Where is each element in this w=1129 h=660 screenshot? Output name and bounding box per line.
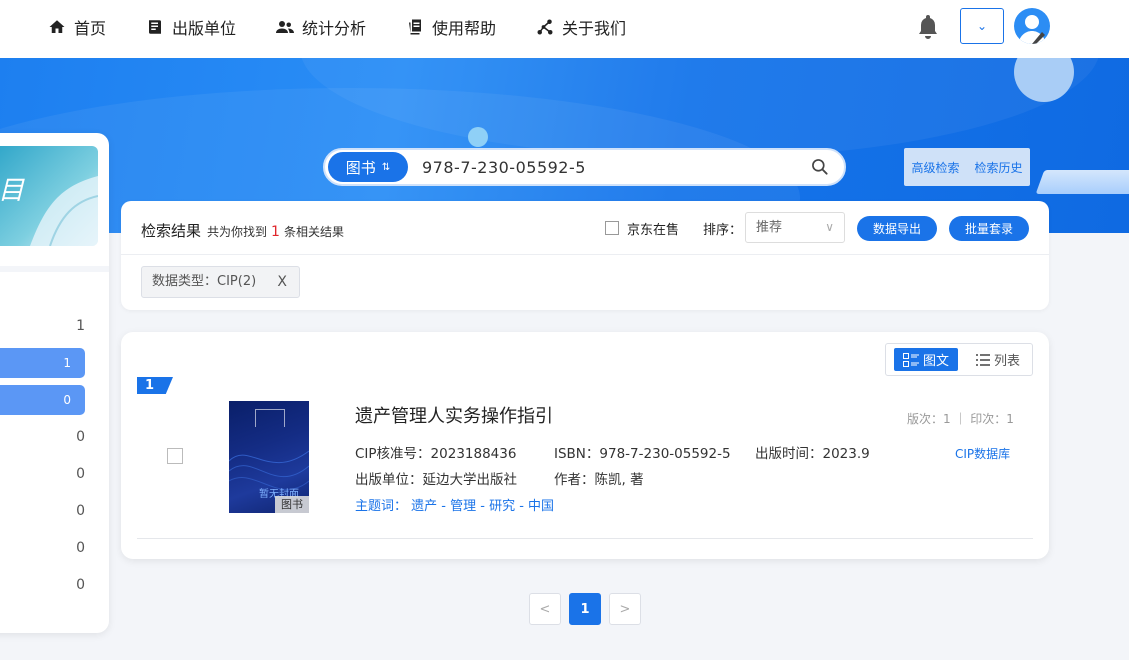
facet-count[interactable]: 0: [0, 540, 85, 556]
advanced-search-link[interactable]: 高级检索: [911, 159, 959, 176]
results-header: 检索结果 共为你找到 1 条相关结果 京东在售 排序： 推荐 ∨ 数据导出 批量套录 …: [121, 201, 1049, 310]
swap-icon: ⇅: [381, 161, 391, 173]
view-toggle: 图文 列表: [885, 343, 1033, 376]
user-avatar-icon[interactable]: [1014, 8, 1050, 44]
filter-tag-label: 数据类型：CIP(2): [152, 274, 257, 289]
publish-time: 出版时间：2023.9: [755, 446, 870, 462]
decorative-book: [1035, 170, 1129, 194]
left-filter-panel: 目 1 1 0 0 0 0 0 0: [0, 133, 109, 633]
top-nav: 首页 出版单位 统计分析 使用帮助 关于我们 ⌄: [0, 0, 1129, 58]
jd-on-sale-checkbox[interactable]: [605, 221, 619, 235]
search-type-selector[interactable]: 图书 ⇅: [328, 152, 408, 182]
chevron-down-icon: ∨: [825, 220, 834, 234]
search-type-label: 图书: [345, 158, 376, 177]
book-cover[interactable]: 暂无封面 图书: [229, 401, 309, 513]
facet-count[interactable]: 0: [0, 577, 85, 593]
cover-type-tag: 图书: [275, 496, 309, 513]
results-count: 1: [271, 224, 280, 240]
facet-count[interactable]: 0: [0, 466, 85, 482]
account-dropdown[interactable]: ⌄: [960, 8, 1004, 44]
search-bar: 图书 ⇅ 978-7-230-05592-5: [323, 148, 846, 186]
nav-item-label: 首页: [74, 19, 107, 38]
batch-import-button[interactable]: 批量套录: [949, 216, 1029, 241]
search-links: 高级检索 检索历史: [904, 148, 1030, 186]
result-index: 1: [137, 377, 173, 394]
facet-count-selected[interactable]: 1: [0, 348, 85, 378]
sort-label: 排序：: [703, 223, 743, 238]
list-view-label: 列表: [993, 354, 1020, 369]
results-summary: 检索结果 共为你找到 1 条相关结果: [141, 220, 344, 241]
sort-value: 推荐: [756, 220, 783, 235]
facet-count-selected[interactable]: 0: [0, 385, 85, 415]
network-icon: [537, 19, 553, 35]
subject-keywords: 主题词： 遗产 - 管理 - 研究 - 中国: [355, 495, 554, 514]
nav-item-help[interactable]: 使用帮助: [406, 15, 496, 39]
next-page-button[interactable]: >: [609, 593, 641, 625]
list-view-button[interactable]: 列表: [968, 348, 1028, 371]
grid-view-button[interactable]: 图文: [894, 348, 958, 371]
page-1-button[interactable]: 1: [569, 593, 601, 625]
jd-on-sale-label: 京东在售: [627, 223, 680, 238]
results-heading: 检索结果: [141, 222, 202, 240]
nav-item-label: 出版单位: [172, 19, 237, 38]
search-icon[interactable]: [810, 157, 830, 177]
nav-item-label: 统计分析: [302, 19, 367, 38]
close-icon[interactable]: X: [277, 267, 287, 297]
grid-view-label: 图文: [922, 354, 949, 369]
subject-links[interactable]: 遗产 - 管理 - 研究 - 中国: [411, 499, 554, 514]
search-input[interactable]: 978-7-230-05592-5: [422, 158, 810, 177]
nav-item-statistics[interactable]: 统计分析: [276, 15, 366, 39]
document-icon: [409, 19, 421, 35]
bell-icon[interactable]: [916, 13, 940, 39]
author: 作者：陈凯, 著: [554, 472, 644, 488]
results-summary-suffix: 条相关结果: [283, 225, 344, 239]
cip-database-link[interactable]: CIP数据库: [955, 445, 1010, 462]
book-title[interactable]: 遗产管理人实务操作指引: [355, 402, 553, 428]
promo-image: 目: [0, 146, 98, 246]
chevron-down-icon: ⌄: [976, 19, 988, 33]
search-history-link[interactable]: 检索历史: [974, 159, 1022, 176]
prev-page-button[interactable]: <: [529, 593, 561, 625]
subject-label: 主题词：: [355, 499, 408, 514]
home-icon: [49, 20, 65, 33]
nav-item-label: 关于我们: [562, 19, 627, 38]
nav-item-label: 使用帮助: [432, 19, 497, 38]
isbn: ISBN：978-7-230-05592-5: [554, 446, 731, 462]
grid-view-icon: [902, 352, 919, 367]
publisher: 出版单位：延边大学出版社: [355, 472, 517, 488]
nav-item-publishers[interactable]: 出版单位: [146, 15, 236, 39]
list-view-icon: [975, 353, 990, 366]
export-button[interactable]: 数据导出: [857, 216, 937, 241]
edition-info: 版次：1 ｜ 印次：1: [907, 412, 1014, 426]
results-summary-prefix: 共为你找到: [207, 225, 268, 239]
cip-number: CIP核准号：2023188436: [355, 446, 517, 462]
book-icon: [149, 20, 161, 34]
facet-count[interactable]: 0: [0, 503, 85, 519]
result-select-checkbox[interactable]: [167, 448, 183, 464]
nav-item-home[interactable]: 首页: [48, 15, 106, 39]
facet-count[interactable]: 1: [0, 318, 85, 334]
nav-item-about[interactable]: 关于我们: [536, 15, 626, 39]
decorative-bubble: [468, 127, 488, 147]
results-list: 图文 列表 1 暂无封面 图书 遗产管理人实务操作指引 版次：1 ｜ 印次：1 …: [121, 332, 1049, 559]
active-filter-tag: 数据类型：CIP(2) X: [141, 266, 300, 298]
facet-count[interactable]: 0: [0, 429, 85, 445]
users-icon: [276, 21, 294, 33]
sort-select[interactable]: 推荐 ∨: [745, 212, 845, 243]
